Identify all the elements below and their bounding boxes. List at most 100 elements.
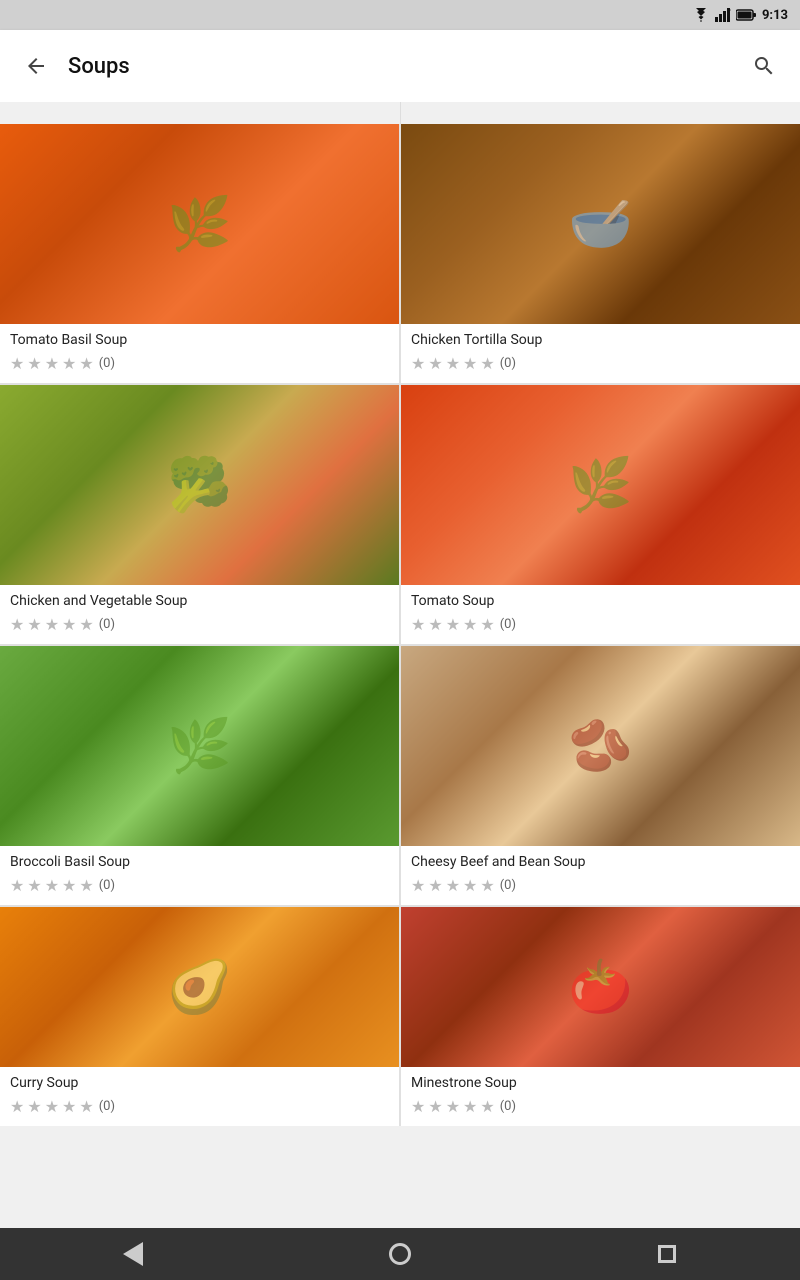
battery-icon [736, 9, 756, 21]
back-nav-icon [123, 1242, 143, 1266]
star3: ★ [446, 615, 460, 634]
star2: ★ [428, 876, 442, 895]
star4: ★ [62, 354, 76, 373]
nav-home-button[interactable] [370, 1234, 430, 1274]
navigation-bar [0, 1228, 800, 1280]
star4: ★ [62, 1097, 76, 1116]
star2: ★ [428, 1097, 442, 1116]
rating-count: (0) [99, 617, 115, 632]
rating-count: (0) [500, 878, 516, 893]
star2: ★ [27, 1097, 41, 1116]
star4: ★ [463, 615, 477, 634]
soup-rating-tomato: ★ ★ ★ ★ ★ (0) [401, 613, 800, 644]
partial-left [0, 102, 401, 124]
soup-card-minestrone[interactable]: 🍅 Minestrone Soup ★ ★ ★ ★ ★ (0) [401, 907, 800, 1126]
soup-name-minestrone: Minestrone Soup [401, 1067, 800, 1095]
star1: ★ [411, 615, 425, 634]
status-icons [692, 8, 756, 22]
star2: ★ [428, 615, 442, 634]
soup-rating-minestrone: ★ ★ ★ ★ ★ (0) [401, 1095, 800, 1126]
star3: ★ [446, 354, 460, 373]
star2: ★ [27, 876, 41, 895]
soup-grid: 🌿 Tomato Basil Soup ★ ★ ★ ★ ★ (0) 🥣 Chic… [0, 124, 800, 1126]
wifi-icon [692, 8, 710, 22]
star3: ★ [45, 876, 59, 895]
star5: ★ [79, 615, 93, 634]
soup-name-chicken-veg: Chicken and Vegetable Soup [0, 585, 399, 613]
star5: ★ [480, 354, 494, 373]
partial-top-row [0, 102, 800, 124]
app-bar: Soups [0, 30, 800, 102]
soup-card-tomato-basil[interactable]: 🌿 Tomato Basil Soup ★ ★ ★ ★ ★ (0) [0, 124, 399, 383]
star5: ★ [480, 876, 494, 895]
soup-rating-chicken-veg: ★ ★ ★ ★ ★ (0) [0, 613, 399, 644]
star4: ★ [463, 354, 477, 373]
rating-count: (0) [99, 356, 115, 371]
soup-name-tomato-basil: Tomato Basil Soup [0, 324, 399, 352]
star4: ★ [463, 876, 477, 895]
home-nav-icon [389, 1243, 411, 1265]
soup-image-tomato: 🌿 [401, 385, 800, 585]
star5: ★ [480, 615, 494, 634]
star4: ★ [62, 876, 76, 895]
star3: ★ [45, 354, 59, 373]
star1: ★ [10, 615, 24, 634]
back-button[interactable] [16, 46, 56, 86]
star1: ★ [10, 354, 24, 373]
soup-name-tomato: Tomato Soup [401, 585, 800, 613]
soup-card-chicken-tortilla[interactable]: 🥣 Chicken Tortilla Soup ★ ★ ★ ★ ★ (0) [401, 124, 800, 383]
page-title: Soups [68, 54, 744, 79]
star1: ★ [10, 876, 24, 895]
soup-card-tomato[interactable]: 🌿 Tomato Soup ★ ★ ★ ★ ★ (0) [401, 385, 800, 644]
star5: ★ [79, 1097, 93, 1116]
soup-name-curry: Curry Soup [0, 1067, 399, 1095]
star5: ★ [480, 1097, 494, 1116]
soup-card-broccoli-basil[interactable]: 🌿 Broccoli Basil Soup ★ ★ ★ ★ ★ (0) [0, 646, 399, 905]
menu-nav-icon [658, 1245, 676, 1263]
star3: ★ [446, 1097, 460, 1116]
soup-image-chicken-tortilla: 🥣 [401, 124, 800, 324]
soup-card-cheesy-beef[interactable]: 🫘 Cheesy Beef and Bean Soup ★ ★ ★ ★ ★ (0… [401, 646, 800, 905]
soup-image-minestrone: 🍅 [401, 907, 800, 1067]
star5: ★ [79, 876, 93, 895]
star3: ★ [45, 1097, 59, 1116]
soup-name-broccoli-basil: Broccoli Basil Soup [0, 846, 399, 874]
soup-rating-broccoli-basil: ★ ★ ★ ★ ★ (0) [0, 874, 399, 905]
star1: ★ [411, 1097, 425, 1116]
soup-image-tomato-basil: 🌿 [0, 124, 399, 324]
partial-right [401, 102, 800, 124]
star1: ★ [411, 876, 425, 895]
soup-card-chicken-veg[interactable]: 🥦 Chicken and Vegetable Soup ★ ★ ★ ★ ★ (… [0, 385, 399, 644]
soup-image-chicken-veg: 🥦 [0, 385, 399, 585]
nav-menu-button[interactable] [637, 1234, 697, 1274]
star1: ★ [411, 354, 425, 373]
rating-count: (0) [500, 356, 516, 371]
star1: ★ [10, 1097, 24, 1116]
star5: ★ [79, 354, 93, 373]
star2: ★ [27, 354, 41, 373]
signal-icon [715, 8, 731, 22]
search-button[interactable] [744, 46, 784, 86]
soup-name-chicken-tortilla: Chicken Tortilla Soup [401, 324, 800, 352]
content-area: 🌿 Tomato Basil Soup ★ ★ ★ ★ ★ (0) 🥣 Chic… [0, 102, 800, 1228]
soup-name-cheesy-beef: Cheesy Beef and Bean Soup [401, 846, 800, 874]
status-time: 9:13 [762, 8, 788, 23]
rating-count: (0) [500, 1099, 516, 1114]
soup-rating-tomato-basil: ★ ★ ★ ★ ★ (0) [0, 352, 399, 383]
soup-rating-curry: ★ ★ ★ ★ ★ (0) [0, 1095, 399, 1126]
star2: ★ [27, 615, 41, 634]
rating-count: (0) [99, 878, 115, 893]
star3: ★ [45, 615, 59, 634]
star3: ★ [446, 876, 460, 895]
soup-card-curry[interactable]: 🥑 Curry Soup ★ ★ ★ ★ ★ (0) [0, 907, 399, 1126]
soup-image-cheesy-beef: 🫘 [401, 646, 800, 846]
soup-image-broccoli-basil: 🌿 [0, 646, 399, 846]
rating-count: (0) [500, 617, 516, 632]
star4: ★ [62, 615, 76, 634]
status-bar: 9:13 [0, 0, 800, 30]
rating-count: (0) [99, 1099, 115, 1114]
nav-back-button[interactable] [103, 1234, 163, 1274]
star2: ★ [428, 354, 442, 373]
soup-rating-cheesy-beef: ★ ★ ★ ★ ★ (0) [401, 874, 800, 905]
star4: ★ [463, 1097, 477, 1116]
